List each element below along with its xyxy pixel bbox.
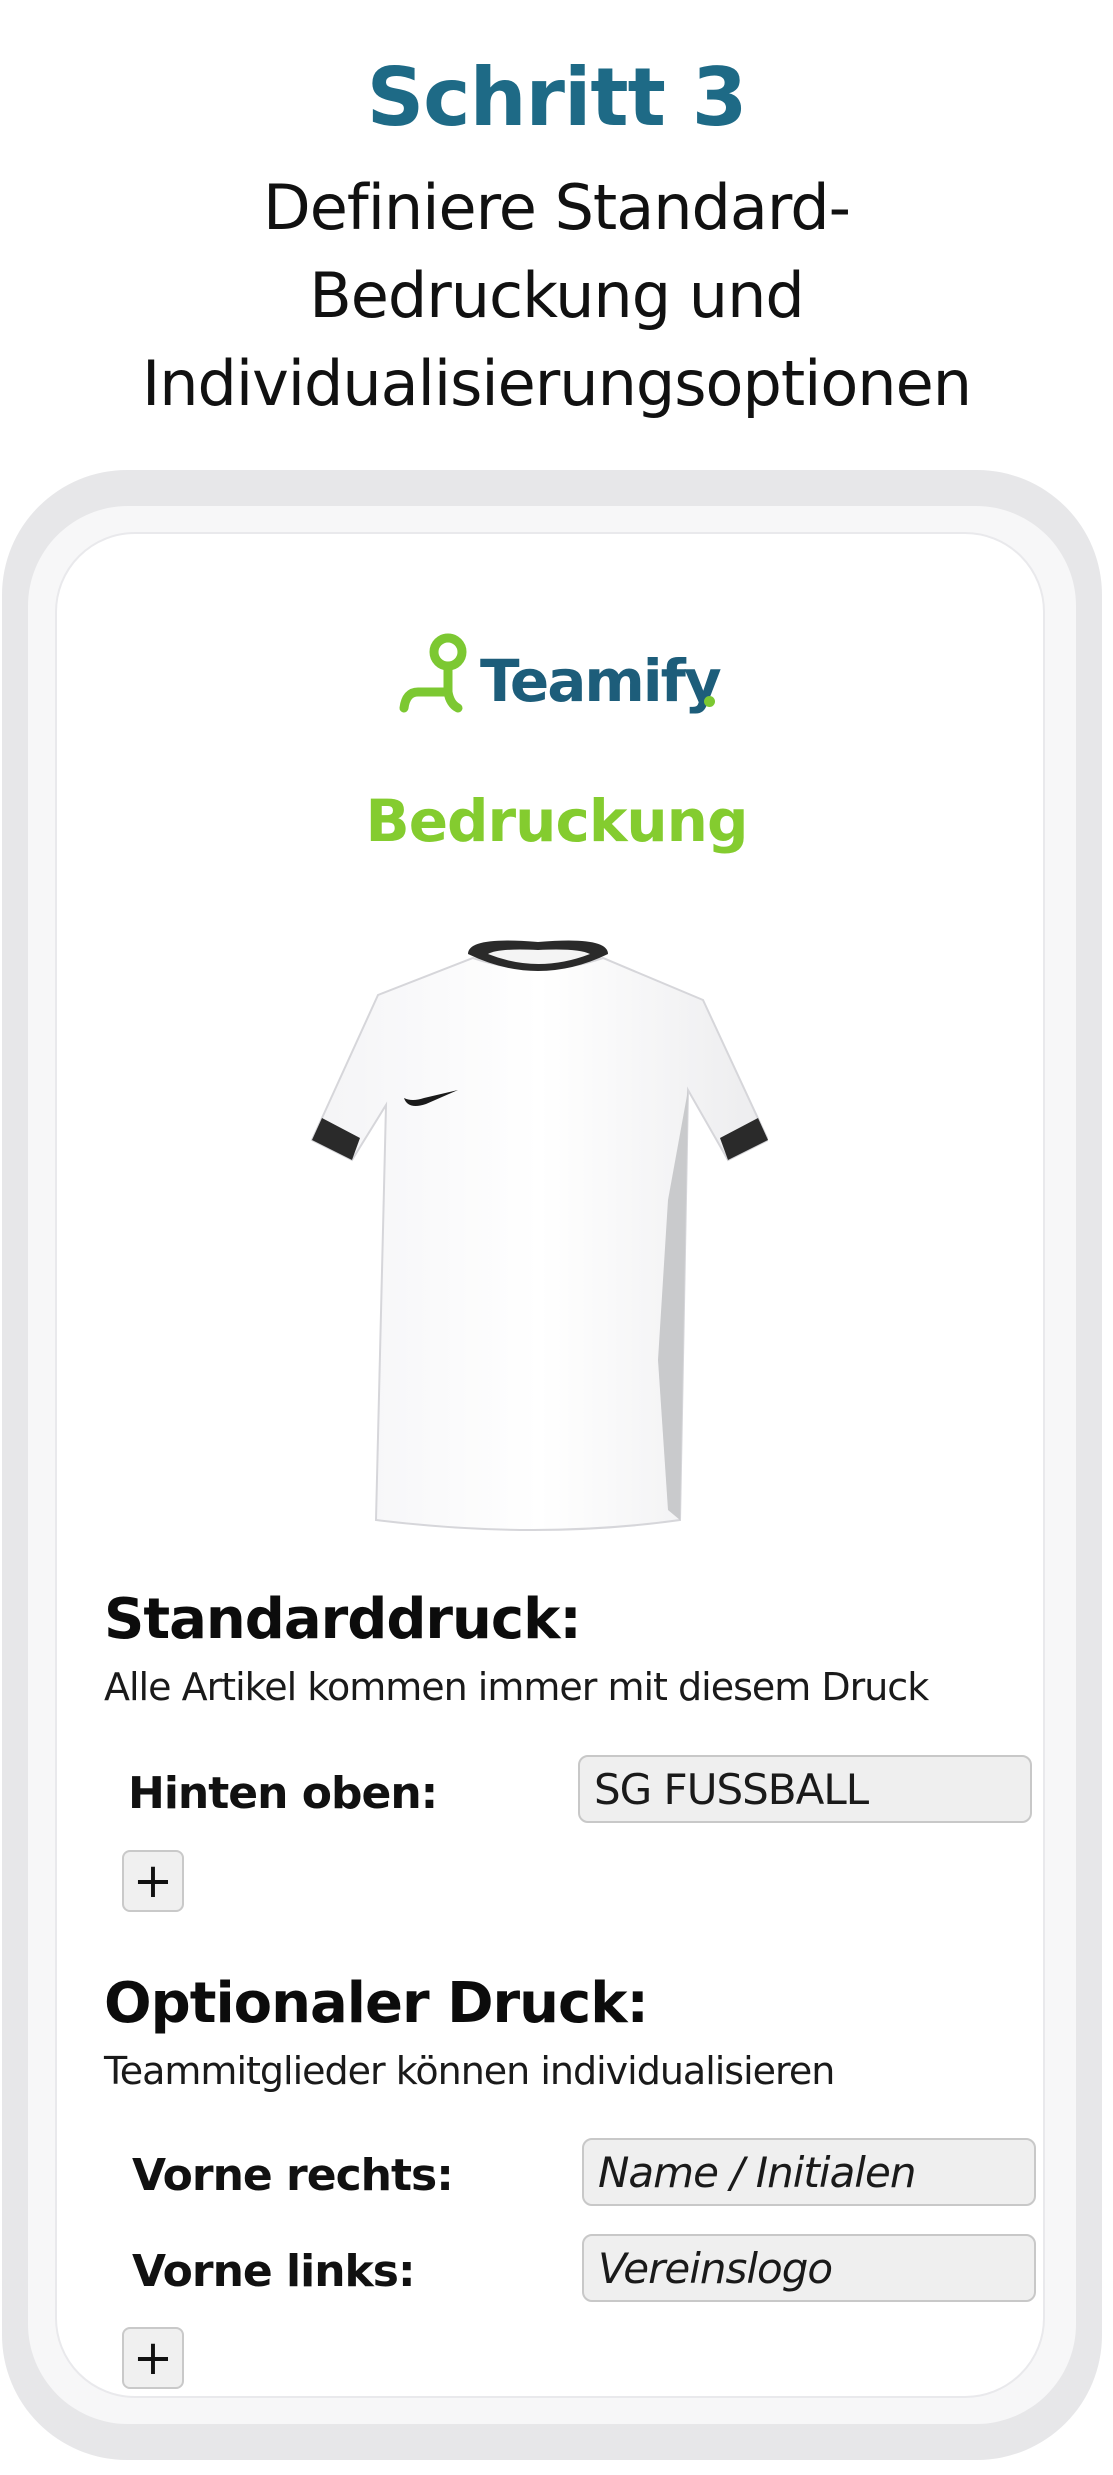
standard-print-field-back-top[interactable]: SG FUSSBALL xyxy=(578,1755,1032,1823)
optional-print-field-front-left[interactable]: Vereinslogo xyxy=(582,2234,1036,2302)
optional-print-label-front-left: Vorne links: xyxy=(132,2246,416,2297)
add-standard-print-button[interactable]: + xyxy=(122,1850,184,1912)
optional-print-field-front-right[interactable]: Name / Initialen xyxy=(582,2138,1036,2206)
add-optional-print-button[interactable]: + xyxy=(122,2327,184,2389)
step-subtitle: Definiere Standard- Bedruckung und Indiv… xyxy=(40,164,1073,428)
teamify-logo: Teamify xyxy=(398,632,728,732)
optional-print-description: Teammitglieder können individualisieren xyxy=(104,2049,835,2093)
subtitle-line: Individualisierungsoptionen xyxy=(141,347,972,420)
screen-title: Bedruckung xyxy=(365,787,748,855)
standard-print-title: Standarddruck: xyxy=(104,1587,582,1652)
subtitle-line: Bedruckung und xyxy=(309,259,805,332)
subtitle-line: Definiere Standard- xyxy=(262,171,851,244)
step-title: Schritt 3 xyxy=(366,51,748,144)
standard-print-label-back-top: Hinten oben: xyxy=(128,1768,438,1819)
optional-print-label-front-right: Vorne rechts: xyxy=(132,2150,454,2201)
teamify-logo-dot xyxy=(704,696,715,707)
shirt-image xyxy=(310,940,768,1531)
standard-print-description: Alle Artikel kommen immer mit diesem Dru… xyxy=(104,1665,929,1709)
teamify-wordmark: Teamify xyxy=(480,647,722,715)
optional-print-title: Optionaler Druck: xyxy=(104,1971,649,2036)
teamify-logo-icon xyxy=(399,633,467,713)
